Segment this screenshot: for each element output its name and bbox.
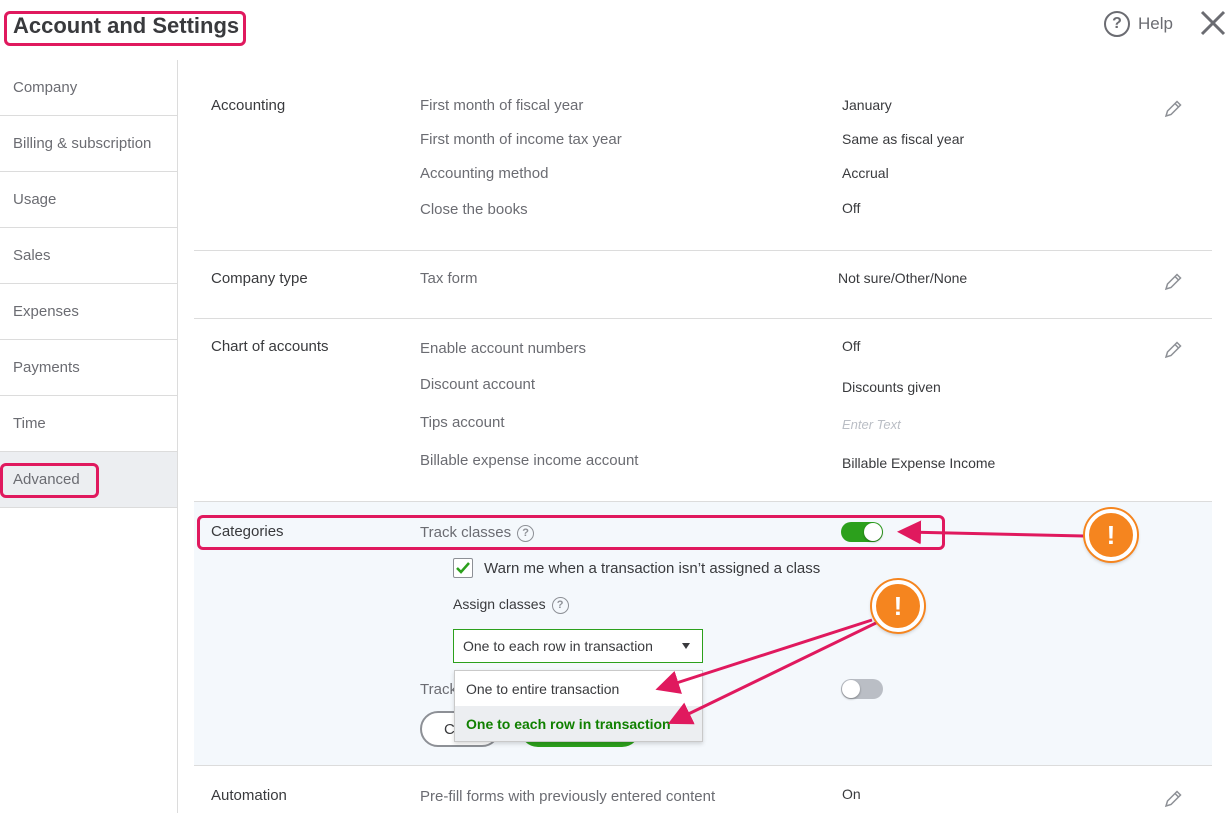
warning-icon: ! — [1085, 509, 1137, 561]
help-label: Help — [1138, 14, 1173, 33]
question-icon[interactable]: ? — [551, 596, 569, 614]
warn-checkbox-label: Warn me when a transaction isn’t assigne… — [484, 560, 821, 577]
row-value: Discounts given — [842, 379, 941, 395]
dropdown-option[interactable]: One to entire transaction — [455, 671, 702, 706]
row-value: January — [842, 97, 892, 113]
row-label: Billable expense income account — [420, 452, 639, 469]
sidebar-item-advanced[interactable]: Advanced — [0, 452, 177, 508]
row-value: On — [842, 786, 861, 802]
row-value: Same as fiscal year — [842, 131, 965, 147]
row-label: Tax form — [420, 270, 478, 287]
check-icon — [456, 562, 470, 574]
row-value: Accrual — [842, 165, 889, 181]
row-value: Off — [842, 338, 861, 354]
page-title: Account and Settings — [13, 13, 240, 38]
row-label: Accounting method — [420, 165, 549, 182]
section-label-accounting: Accounting — [211, 97, 286, 114]
row-value: Off — [842, 200, 861, 216]
sidebar-item-expenses[interactable]: Expenses — [0, 284, 177, 340]
tips-account-field[interactable]: Enter Text — [842, 417, 901, 432]
row-value: Billable Expense Income — [842, 455, 996, 471]
assign-classes-label: Assign classes? — [453, 596, 569, 614]
section-label-categories: Categories — [211, 523, 284, 540]
sidebar-item-billing[interactable]: Billing & subscription — [0, 116, 177, 172]
categories-section — [194, 502, 1212, 766]
help-button[interactable]: ? Help — [1104, 10, 1173, 38]
track-classes-toggle[interactable] — [841, 522, 883, 542]
assign-classes-select[interactable]: One to each row in transaction — [453, 629, 703, 663]
row-label: Enable account numbers — [420, 340, 586, 357]
pencil-icon[interactable] — [1162, 339, 1184, 361]
section-label-automation: Automation — [211, 787, 287, 804]
sidebar-item-sales[interactable]: Sales — [0, 228, 177, 284]
row-label: First month of fiscal year — [420, 97, 584, 114]
pencil-icon[interactable] — [1162, 98, 1184, 120]
pencil-icon[interactable] — [1162, 788, 1184, 810]
assign-classes-dropdown: One to entire transaction One to each ro… — [454, 670, 703, 742]
track-locations-label: Track — [420, 681, 457, 698]
row-label: Close the books — [420, 201, 528, 218]
help-icon: ? — [1104, 11, 1130, 37]
track-locations-toggle[interactable] — [841, 679, 883, 699]
sidebar-item-time[interactable]: Time — [0, 396, 177, 452]
sidebar-item-payments[interactable]: Payments — [0, 340, 177, 396]
automation-section[interactable]: Automation Pre-fill forms with previousl… — [194, 766, 1212, 813]
company-type-section[interactable]: Company type Tax form Not sure/Other/Non… — [194, 251, 1212, 319]
track-classes-label: Track classes? — [420, 524, 535, 542]
sidebar-item-usage[interactable]: Usage — [0, 172, 177, 228]
row-value: Not sure/Other/None — [838, 270, 968, 286]
sidebar: Company Billing & subscription Usage Sal… — [0, 60, 178, 813]
row-label: Discount account — [420, 376, 536, 393]
question-icon[interactable]: ? — [517, 524, 535, 542]
header: Account and Settings ? Help — [0, 0, 1231, 60]
warning-icon: ! — [872, 580, 924, 632]
row-label: Tips account — [420, 414, 505, 431]
row-label: First month of income tax year — [420, 131, 622, 148]
warn-checkbox[interactable] — [453, 558, 473, 578]
sidebar-item-company[interactable]: Company — [0, 60, 177, 116]
row-label: Pre-fill forms with previously entered c… — [420, 788, 716, 805]
section-label-chart-of-accounts: Chart of accounts — [211, 338, 329, 355]
caret-down-icon — [682, 643, 690, 649]
close-icon[interactable] — [1198, 8, 1228, 38]
pencil-icon[interactable] — [1162, 271, 1184, 293]
accounting-section[interactable]: Accounting First month of fiscal year Ja… — [194, 60, 1212, 251]
section-label-company-type: Company type — [211, 270, 308, 287]
chart-of-accounts-section[interactable]: Chart of accounts Enable account numbers… — [194, 319, 1212, 502]
toggle-knob — [864, 523, 882, 541]
toggle-knob — [842, 680, 860, 698]
dropdown-option-selected[interactable]: One to each row in transaction — [455, 706, 702, 741]
